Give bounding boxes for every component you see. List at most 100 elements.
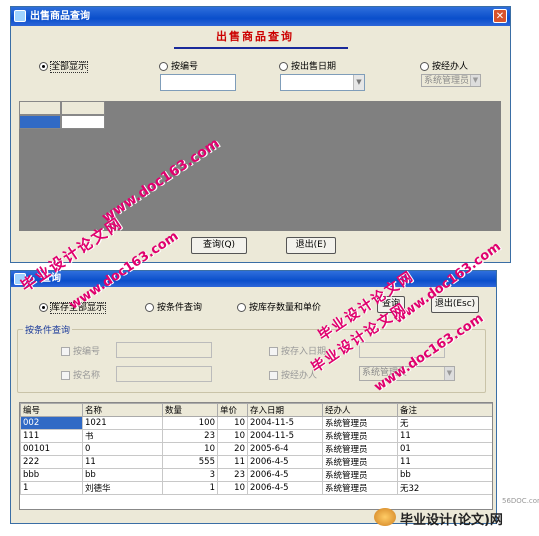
table-cell[interactable]: 002: [20, 416, 83, 430]
inventory-table-body: 002 1021 100 10 2004-11-5 系统管理员无 111 书 23 10 2004-…: [20, 416, 492, 495]
results-grid[interactable]: [19, 101, 501, 231]
table-cell[interactable]: 23: [162, 429, 218, 443]
table-row[interactable]: 1 刘德华 1 10 2006-4-5 系统管理员 无32: [20, 481, 492, 495]
table-cell[interactable]: 10: [217, 416, 248, 430]
table-cell[interactable]: 无: [397, 416, 492, 430]
title-bar: 查询: [11, 271, 496, 287]
checkbox-indicator: [61, 347, 70, 356]
table-cell[interactable]: 11: [82, 455, 163, 469]
check-by-number[interactable]: 按编号: [61, 344, 100, 357]
table-cell[interactable]: 书: [82, 429, 163, 443]
column-header[interactable]: 数量: [162, 403, 218, 417]
radio-label: 按出售日期: [291, 62, 337, 72]
column-header[interactable]: 名称: [82, 403, 163, 417]
table-cell[interactable]: 2005-6-4: [247, 442, 323, 456]
table-cell[interactable]: bb: [82, 468, 163, 482]
checkbox-label: 按名称: [73, 371, 101, 381]
table-cell[interactable]: 系统管理员: [322, 468, 398, 482]
table-cell[interactable]: 1: [162, 481, 218, 495]
table-cell[interactable]: 0: [82, 442, 163, 456]
radio-indicator: [39, 62, 48, 71]
table-cell[interactable]: 11: [397, 429, 492, 443]
table-cell[interactable]: 刘德华: [82, 481, 163, 495]
radio-label: 按库存数量和单价: [249, 303, 322, 313]
chevron-down-icon[interactable]: ▼: [470, 75, 480, 86]
radio-label: 按条件查询: [157, 303, 203, 313]
table-cell[interactable]: 111: [20, 429, 83, 443]
table-cell[interactable]: 系统管理员: [322, 455, 398, 469]
column-header[interactable]: 单价: [217, 403, 248, 417]
check-by-name[interactable]: 按名称: [61, 368, 100, 381]
radio-by-operator[interactable]: 按经办人: [420, 59, 468, 72]
table-cell[interactable]: 系统管理员: [322, 442, 398, 456]
app-icon: [14, 10, 26, 22]
table-cell[interactable]: 1: [20, 481, 83, 495]
exit-button[interactable]: 退出(E): [286, 237, 336, 254]
table-cell[interactable]: 11: [217, 455, 248, 469]
table-row[interactable]: 111 书 23 10 2004-11-5 系统管理员 11: [20, 429, 492, 443]
inventory-table-container[interactable]: 编号 名称 数量 单价 存入日期 经办人 备注 002 1021 100 10 2004…: [19, 402, 493, 510]
table-cell[interactable]: 10: [217, 429, 248, 443]
grid-selected-cell[interactable]: [19, 115, 61, 129]
query-button[interactable]: 查询(Q): [191, 237, 247, 254]
radio-by-quantity-price[interactable]: 按库存数量和单价: [237, 300, 321, 313]
table-cell[interactable]: 系统管理员: [322, 416, 398, 430]
sale-date-picker[interactable]: ▼: [280, 74, 365, 91]
radio-by-number[interactable]: 按编号: [159, 59, 198, 72]
column-header[interactable]: 编号: [20, 403, 83, 417]
table-cell[interactable]: 2006-4-5: [247, 481, 323, 495]
table-row[interactable]: 002 1021 100 10 2004-11-5 系统管理员无: [20, 416, 492, 430]
table-cell[interactable]: bb: [397, 468, 492, 482]
table-cell[interactable]: bbb: [20, 468, 83, 482]
table-cell[interactable]: 系统管理员: [322, 481, 398, 495]
radio-label: 全部显示: [49, 61, 89, 73]
table-cell[interactable]: 00101: [20, 442, 83, 456]
table-cell[interactable]: 23: [217, 468, 248, 482]
grid-header-cell: [19, 101, 61, 115]
chevron-down-icon[interactable]: ▼: [353, 75, 364, 90]
radio-by-sale-date[interactable]: 按出售日期: [279, 59, 336, 72]
checkbox-label: 按编号: [73, 347, 101, 357]
table-cell[interactable]: 20: [217, 442, 248, 456]
number-input[interactable]: [160, 74, 236, 91]
radio-indicator: [145, 303, 154, 312]
table-cell[interactable]: 555: [162, 455, 218, 469]
chevron-down-icon[interactable]: ▼: [444, 367, 454, 380]
column-header[interactable]: 存入日期: [247, 403, 323, 417]
table-cell[interactable]: 2004-11-5: [247, 416, 323, 430]
number-input[interactable]: [116, 342, 212, 358]
operator-combo[interactable]: 系统管理员 ▼: [421, 74, 481, 87]
table-cell[interactable]: 2006-4-5: [247, 468, 323, 482]
grid-cell[interactable]: [61, 115, 105, 129]
close-button[interactable]: ✕: [493, 9, 507, 23]
checkbox-indicator: [269, 371, 278, 380]
table-row[interactable]: 00101 0 10 20 2005-6-4 系统管理员 01: [20, 442, 492, 456]
table-cell[interactable]: 2006-4-5: [247, 455, 323, 469]
name-input[interactable]: [116, 366, 212, 382]
table-cell[interactable]: 10: [162, 442, 218, 456]
table-cell[interactable]: 系统管理员: [322, 429, 398, 443]
table-cell[interactable]: 2004-11-5: [247, 429, 323, 443]
table-cell[interactable]: 3: [162, 468, 218, 482]
table-cell[interactable]: 222: [20, 455, 83, 469]
footer-logo: 56DOC.com 毕业设计(论文)网: [372, 497, 539, 531]
table-cell[interactable]: 01: [397, 442, 492, 456]
window-title: 出售商品查询: [30, 11, 90, 22]
table-cell[interactable]: 100: [162, 416, 218, 430]
table-cell[interactable]: 无32: [397, 481, 492, 495]
operator-value: 系统管理员: [424, 76, 470, 86]
column-header[interactable]: 备注: [397, 403, 492, 417]
checkbox-indicator: [269, 347, 278, 356]
table-cell[interactable]: 1021: [82, 416, 163, 430]
table-cell[interactable]: 11: [397, 455, 492, 469]
table-row[interactable]: bbb bb 3 23 2006-4-5 系统管理员 bb: [20, 468, 492, 482]
radio-show-all[interactable]: 全部显示: [39, 59, 89, 73]
table-cell[interactable]: 10: [217, 481, 248, 495]
logo-site: 56DOC.com: [502, 497, 539, 505]
check-by-operator[interactable]: 按经办人: [269, 368, 317, 381]
radio-indicator: [420, 62, 429, 71]
table-row[interactable]: 222 11 555 11 2006-4-5 系统管理员 11: [20, 455, 492, 469]
column-header[interactable]: 经办人: [322, 403, 398, 417]
radio-label: 按编号: [171, 62, 199, 72]
radio-by-condition[interactable]: 按条件查询: [145, 300, 202, 313]
